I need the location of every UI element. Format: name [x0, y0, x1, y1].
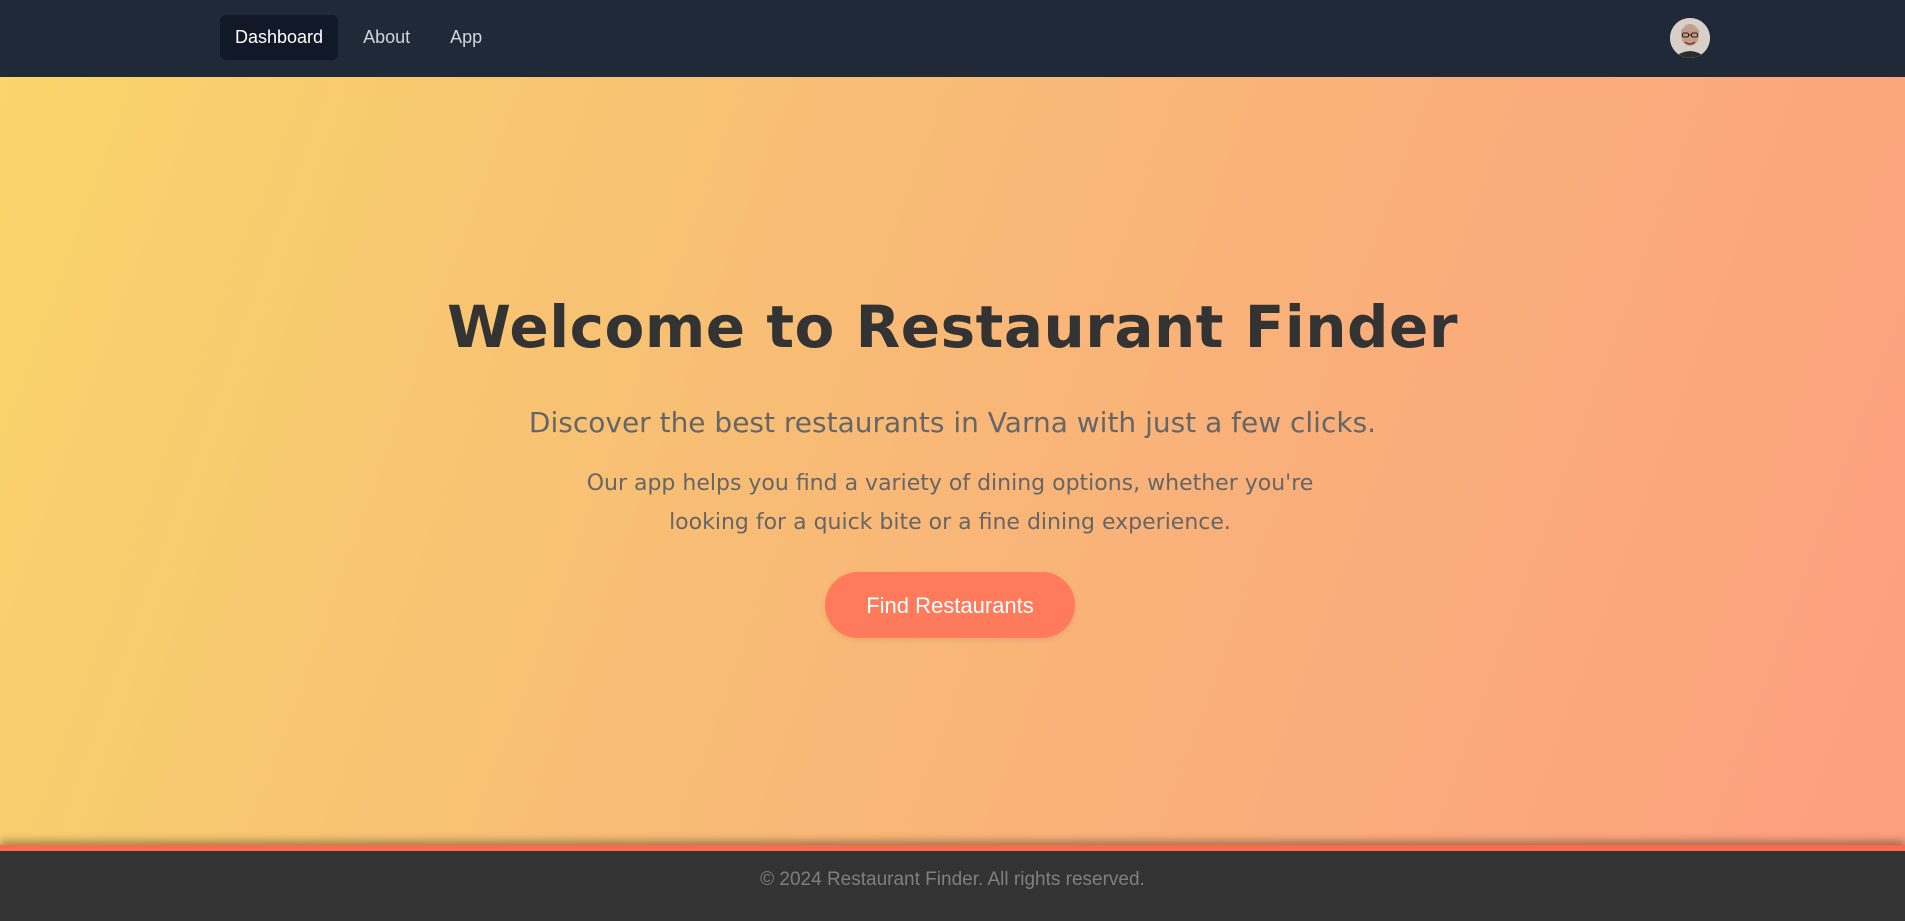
nav-link-dashboard[interactable]: Dashboard [220, 15, 339, 60]
nav-link-app[interactable]: App [435, 15, 497, 60]
user-avatar[interactable] [1670, 18, 1710, 58]
footer-copyright: © 2024 Restaurant Finder. All rights res… [760, 869, 1145, 890]
top-navbar: Dashboard About App [0, 0, 1905, 77]
nav-link-about[interactable]: About [348, 15, 425, 60]
hero-title: Welcome to Restaurant Finder [447, 293, 1458, 361]
hero-section: Welcome to Restaurant Finder Discover th… [0, 77, 1905, 845]
page-footer: © 2024 Restaurant Finder. All rights res… [0, 845, 1905, 921]
find-restaurants-button[interactable]: Find Restaurants [825, 572, 1075, 638]
hero-subtitle: Discover the best restaurants in Varna w… [528, 406, 1377, 439]
hero-description: Our app helps you find a variety of dini… [586, 471, 1314, 535]
nav-links: Dashboard About App [220, 15, 497, 60]
user-avatar-icon [1670, 18, 1710, 58]
